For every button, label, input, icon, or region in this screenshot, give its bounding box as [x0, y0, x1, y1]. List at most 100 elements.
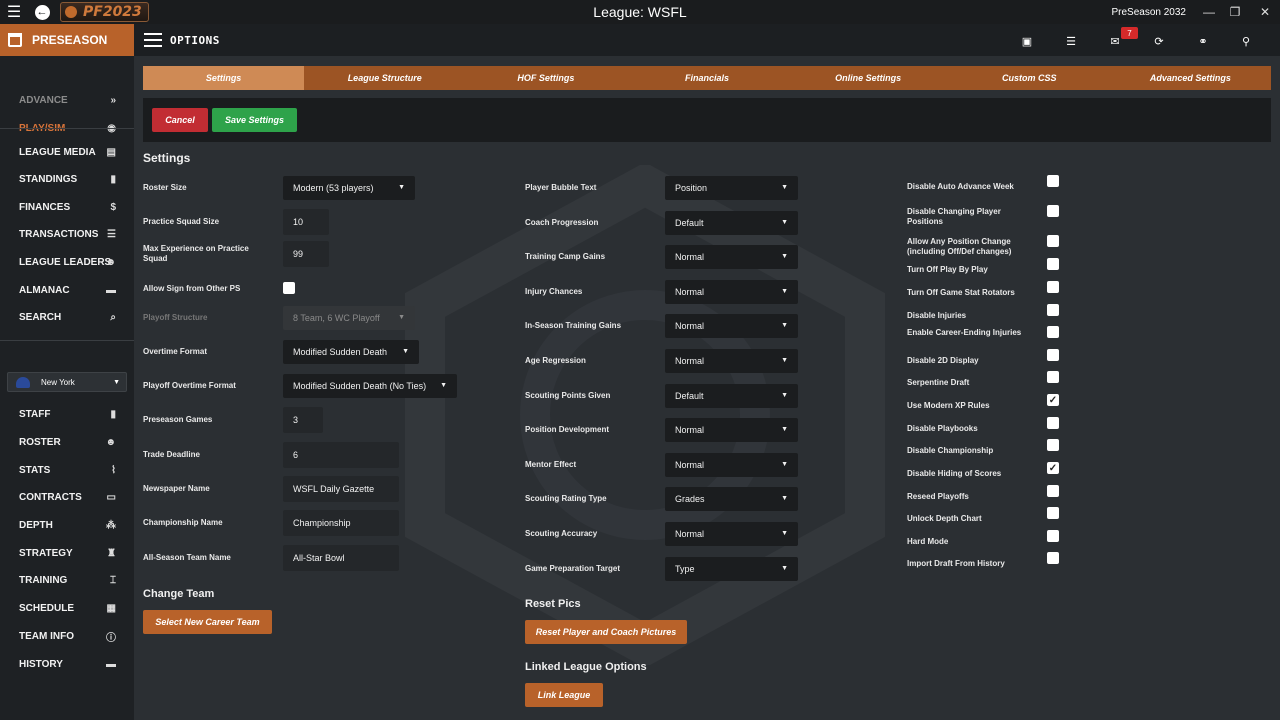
- close-button[interactable]: ✕: [1250, 0, 1280, 24]
- bar-chart-icon: ▮: [110, 174, 116, 185]
- archive-icon: ▬: [106, 285, 116, 296]
- label-use-modern-xp-rules: Use Modern XP Rules: [907, 401, 1032, 411]
- link-league-button[interactable]: Link League: [525, 683, 603, 707]
- checkbox-allow-sign-from-other-ps[interactable]: [283, 282, 295, 294]
- sidebar-item-finances[interactable]: FINANCES$: [0, 197, 134, 217]
- label-disable-injuries: Disable Injuries: [907, 311, 1032, 321]
- checkbox-disable-injuries[interactable]: [1047, 304, 1059, 316]
- sidebar-item-transactions[interactable]: TRANSACTIONS☰: [0, 225, 134, 245]
- select-scouting-accuracy[interactable]: Normal▼: [665, 522, 798, 546]
- select-player-bubble-text[interactable]: Position▼: [665, 176, 798, 200]
- phase-label: PRESEASON: [32, 33, 107, 47]
- sidebar-item-stats[interactable]: STATS⌇: [0, 460, 134, 480]
- caret-down-icon: ▼: [781, 495, 788, 502]
- refresh-icon[interactable]: ⟳: [1150, 32, 1168, 50]
- reset-pictures-button[interactable]: Reset Player and Coach Pictures: [525, 620, 687, 644]
- strategy-icon: ♜: [107, 548, 116, 559]
- database-icon[interactable]: ☰: [1062, 32, 1080, 50]
- binoculars-icon[interactable]: ⚲: [1237, 32, 1255, 50]
- checkbox-allow-any-position-change-including-off-def-changes[interactable]: [1047, 235, 1059, 247]
- sidebar-item-history[interactable]: HISTORY▬: [0, 654, 134, 674]
- checkbox-disable-hiding-of-scores[interactable]: ✓: [1047, 462, 1059, 474]
- checkbox-turn-off-play-by-play[interactable]: [1047, 258, 1059, 270]
- back-arrow-icon: ←: [35, 5, 50, 20]
- phase-button[interactable]: PRESEASON: [0, 24, 134, 56]
- maximize-button[interactable]: ❐: [1220, 0, 1250, 24]
- sidebar-item-almanac[interactable]: ALMANAC▬: [0, 280, 134, 300]
- input-practice-squad-size[interactable]: 10: [283, 209, 329, 235]
- label-unlock-depth-chart: Unlock Depth Chart: [907, 514, 1032, 524]
- checkbox-hard-mode[interactable]: [1047, 530, 1059, 542]
- tab-financials[interactable]: Financials: [626, 66, 787, 90]
- checkbox-disable-playbooks[interactable]: [1047, 417, 1059, 429]
- select-scouting-rating-type[interactable]: Grades▼: [665, 487, 798, 511]
- input-newspaper-name[interactable]: WSFL Daily Gazette: [283, 476, 399, 502]
- sidebar-item-staff[interactable]: STAFF▮: [0, 405, 134, 425]
- cancel-button[interactable]: Cancel: [152, 108, 208, 132]
- input-preseason-games[interactable]: 3: [283, 407, 323, 433]
- checkbox-turn-off-game-stat-rotators[interactable]: [1047, 281, 1059, 293]
- select-age-regression[interactable]: Normal▼: [665, 349, 798, 373]
- sidebar-item-contracts[interactable]: CONTRACTS▭: [0, 488, 134, 508]
- select-roster-size[interactable]: Modern (53 players)▼: [283, 176, 415, 200]
- sidebar-item-depth[interactable]: DEPTH⁂: [0, 516, 134, 536]
- checkbox-disable-auto-advance-week[interactable]: [1047, 175, 1059, 187]
- team-select[interactable]: New York ▼: [7, 372, 127, 392]
- checkbox-reseed-playoffs[interactable]: [1047, 485, 1059, 497]
- checkbox-import-draft-from-history[interactable]: [1047, 552, 1059, 564]
- tab-online-settings[interactable]: Online Settings: [788, 66, 949, 90]
- select-overtime-format[interactable]: Modified Sudden Death▼: [283, 340, 419, 364]
- tab-advanced-settings[interactable]: Advanced Settings: [1110, 66, 1271, 90]
- select-value: Modified Sudden Death: [293, 347, 387, 357]
- select-scouting-points-given[interactable]: Default▼: [665, 384, 798, 408]
- label-coach-progression: Coach Progression: [525, 218, 660, 228]
- sidebar-item-strategy[interactable]: STRATEGY♜: [0, 543, 134, 563]
- sidebar-item-league-media[interactable]: LEAGUE MEDIA▤: [0, 142, 134, 162]
- sidebar-item-league-leaders[interactable]: LEAGUE LEADERS☻: [0, 252, 134, 272]
- sidebar-item-label: TRANSACTIONS: [19, 229, 98, 240]
- sidebar-item-team-info[interactable]: TEAM INFOⓘ: [0, 626, 134, 646]
- checkbox-disable-championship[interactable]: [1047, 439, 1059, 451]
- hamburger-menu-icon[interactable]: ☰: [2, 0, 26, 24]
- sidebar-item-schedule[interactable]: SCHEDULE▦: [0, 599, 134, 619]
- select-mentor-effect[interactable]: Normal▼: [665, 453, 798, 477]
- tab-settings[interactable]: Settings: [143, 66, 304, 90]
- checkbox-serpentine-draft[interactable]: [1047, 371, 1059, 383]
- save-settings-button[interactable]: Save Settings: [212, 108, 297, 132]
- checkbox-enable-career-ending-injuries[interactable]: [1047, 326, 1059, 338]
- select-value: Modified Sudden Death (No Ties): [293, 381, 426, 391]
- checkbox-disable-changing-player-positions[interactable]: [1047, 205, 1059, 217]
- sidebar-item-search[interactable]: SEARCH⌕: [0, 308, 134, 328]
- tab-league-structure[interactable]: League Structure: [304, 66, 465, 90]
- sidebar-item-training[interactable]: TRAINING⌶: [0, 571, 134, 591]
- select-new-career-team-button[interactable]: Select New Career Team: [143, 610, 272, 634]
- tab-hof-settings[interactable]: HOF Settings: [465, 66, 626, 90]
- select-training-camp-gains[interactable]: Normal▼: [665, 245, 798, 269]
- input-all-season-team-name[interactable]: All-Star Bowl: [283, 545, 399, 571]
- back-button[interactable]: ←: [30, 0, 54, 24]
- input-championship-name[interactable]: Championship: [283, 510, 399, 536]
- select-game-preparation-target[interactable]: Type▼: [665, 557, 798, 581]
- sidebar-item-standings[interactable]: STANDINGS ▮: [0, 170, 134, 190]
- label-in-season-training-gains: In-Season Training Gains: [525, 321, 660, 331]
- sidebar-item-roster[interactable]: ROSTER☻: [0, 432, 134, 452]
- select-in-season-training-gains[interactable]: Normal▼: [665, 314, 798, 338]
- tab-custom-css[interactable]: Custom CSS: [949, 66, 1110, 90]
- sidebar-item-label: STANDINGS: [19, 174, 77, 185]
- checkbox-use-modern-xp-rules[interactable]: ✓: [1047, 394, 1059, 406]
- sidebar: PRESEASON ADVANCE»PLAY/SIM◉LEAGUE MEDIA▤…: [0, 24, 134, 720]
- select-injury-chances[interactable]: Normal▼: [665, 280, 798, 304]
- select-playoff-overtime-format[interactable]: Modified Sudden Death (No Ties)▼: [283, 374, 457, 398]
- input-trade-deadline[interactable]: 6: [283, 442, 399, 468]
- briefcase-icon[interactable]: ▣: [1018, 32, 1036, 50]
- caret-down-icon: ▼: [781, 426, 788, 433]
- sidebar-item-advance[interactable]: ADVANCE»: [0, 90, 134, 110]
- handshake-icon[interactable]: ⚭: [1194, 32, 1212, 50]
- checkbox-unlock-depth-chart[interactable]: [1047, 507, 1059, 519]
- caret-down-icon: ▼: [781, 565, 788, 572]
- checkbox-disable-2d-display[interactable]: [1047, 349, 1059, 361]
- select-coach-progression[interactable]: Default▼: [665, 211, 798, 235]
- select-position-development[interactable]: Normal▼: [665, 418, 798, 442]
- sidebar-item-label: DEPTH: [19, 520, 53, 531]
- input-max-experience-on-practice-squad[interactable]: 99: [283, 241, 329, 267]
